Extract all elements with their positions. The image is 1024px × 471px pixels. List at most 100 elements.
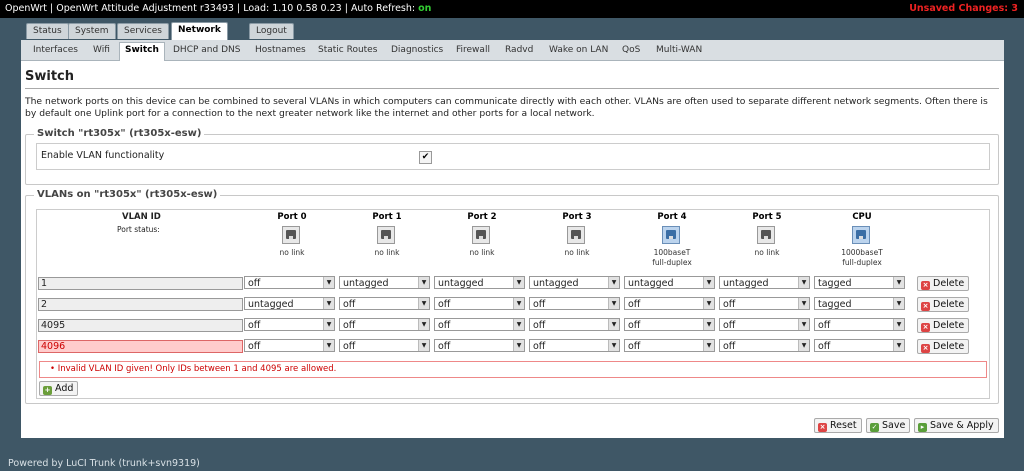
vlan-id-input[interactable]: 4095 xyxy=(38,319,243,332)
port-1-icon xyxy=(377,226,395,244)
delete-button[interactable]: × Delete xyxy=(917,318,970,333)
chevron-down-icon: ▼ xyxy=(703,340,714,351)
tab-system[interactable]: System xyxy=(68,23,116,39)
subtab-wifi[interactable]: Wifi xyxy=(88,43,115,58)
enable-vlan-checkbox[interactable]: ✔ xyxy=(419,151,432,164)
port-4-header: Port 4 xyxy=(657,212,687,222)
subtab-switch[interactable]: Switch xyxy=(119,42,165,61)
port-5-select[interactable]: untagged ▼ xyxy=(719,276,810,289)
port-2-select[interactable]: off ▼ xyxy=(434,297,525,310)
port-4-select[interactable]: off ▼ xyxy=(624,318,715,331)
subtab-radvd[interactable]: Radvd xyxy=(500,43,538,58)
port-0-header: Port 0 xyxy=(277,212,307,222)
port-5-select[interactable]: off ▼ xyxy=(719,297,810,310)
tab-network[interactable]: Network xyxy=(171,22,228,40)
switch-fieldset: Switch "rt305x" (rt305x-esw) Enable VLAN… xyxy=(25,128,999,185)
unsaved-changes-link[interactable]: Unsaved Changes: 3 xyxy=(909,0,1018,18)
chevron-down-icon: ▼ xyxy=(418,277,429,288)
subtab-qos[interactable]: QoS xyxy=(617,43,645,58)
save-button[interactable]: ✓ Save xyxy=(866,418,911,433)
vlans-legend: VLANs on "rt305x" (rt305x-esw) xyxy=(34,189,221,200)
title-divider xyxy=(25,88,999,89)
port-0-select[interactable]: off ▼ xyxy=(244,318,335,331)
page-title: Switch xyxy=(25,69,75,84)
port-3-select[interactable]: off ▼ xyxy=(529,339,620,352)
port-3-select[interactable]: off ▼ xyxy=(529,318,620,331)
subtab-interfaces[interactable]: Interfaces xyxy=(28,43,83,58)
delete-icon: × xyxy=(921,323,930,332)
subtab-static-routes[interactable]: Static Routes xyxy=(313,43,382,58)
save-apply-button[interactable]: ▸ Save & Apply xyxy=(914,418,999,433)
port-3-header: Port 3 xyxy=(562,212,592,222)
chevron-down-icon: ▼ xyxy=(513,277,524,288)
subtab-diagnostics[interactable]: Diagnostics xyxy=(386,43,448,58)
switch-legend: Switch "rt305x" (rt305x-esw) xyxy=(34,128,205,139)
port-1-select[interactable]: off ▼ xyxy=(339,297,430,310)
chevron-down-icon: ▼ xyxy=(323,298,334,309)
chevron-down-icon: ▼ xyxy=(323,340,334,351)
port-1-select[interactable]: off ▼ xyxy=(339,318,430,331)
chevron-down-icon: ▼ xyxy=(323,277,334,288)
top-status-bar: OpenWrt | OpenWrt Attitude Adjustment r3… xyxy=(0,0,1024,18)
delete-button[interactable]: × Delete xyxy=(917,276,970,291)
port-0-select[interactable]: untagged ▼ xyxy=(244,297,335,310)
subtab-dhcp-dns[interactable]: DHCP and DNS xyxy=(168,43,245,58)
port-2-select[interactable]: off ▼ xyxy=(434,318,525,331)
cpu-select[interactable]: off ▼ xyxy=(814,318,905,331)
reset-icon: × xyxy=(818,423,827,432)
delete-button[interactable]: × Delete xyxy=(917,339,970,354)
sub-menu: Interfaces Wifi Switch DHCP and DNS Host… xyxy=(21,40,1004,61)
vlan-id-input[interactable]: 2 xyxy=(38,298,243,311)
port-2-select[interactable]: off ▼ xyxy=(434,339,525,352)
cpu-select[interactable]: tagged ▼ xyxy=(814,276,905,289)
port-0-select[interactable]: off ▼ xyxy=(244,339,335,352)
add-vlan-button[interactable]: + Add xyxy=(39,381,79,396)
chevron-down-icon: ▼ xyxy=(703,298,714,309)
port-0-icon xyxy=(282,226,300,244)
subtab-firewall[interactable]: Firewall xyxy=(451,43,495,58)
tab-status[interactable]: Status xyxy=(26,23,69,39)
port-1-select[interactable]: untagged ▼ xyxy=(339,276,430,289)
subtab-multi-wan[interactable]: Multi-WAN xyxy=(651,43,707,58)
chevron-down-icon: ▼ xyxy=(608,319,619,330)
port-4-select[interactable]: off ▼ xyxy=(624,339,715,352)
tab-services[interactable]: Services xyxy=(117,23,169,39)
chevron-down-icon: ▼ xyxy=(798,340,809,351)
chevron-down-icon: ▼ xyxy=(798,298,809,309)
chevron-down-icon: ▼ xyxy=(893,319,904,330)
port-5-select[interactable]: off ▼ xyxy=(719,318,810,331)
subtab-hostnames[interactable]: Hostnames xyxy=(250,43,311,58)
port-3-select[interactable]: off ▼ xyxy=(529,297,620,310)
port-2-select[interactable]: untagged ▼ xyxy=(434,276,525,289)
system-status-line: OpenWrt | OpenWrt Attitude Adjustment r3… xyxy=(5,3,432,14)
port-1-select[interactable]: off ▼ xyxy=(339,339,430,352)
tab-logout[interactable]: Logout xyxy=(249,23,294,39)
port-4-select[interactable]: off ▼ xyxy=(624,297,715,310)
auto-refresh-toggle[interactable]: on xyxy=(418,3,431,14)
vlan-id-input[interactable]: 1 xyxy=(38,277,243,290)
chevron-down-icon: ▼ xyxy=(893,340,904,351)
port-5-header: Port 5 xyxy=(752,212,782,222)
check-icon: ✓ xyxy=(870,423,879,432)
delete-button[interactable]: × Delete xyxy=(917,297,970,312)
vlan-error-message: • Invalid VLAN ID given! Only IDs betwee… xyxy=(39,361,987,378)
port-5-select[interactable]: off ▼ xyxy=(719,339,810,352)
subtab-wake-on-lan[interactable]: Wake on LAN xyxy=(544,43,613,58)
reset-button[interactable]: × Reset xyxy=(814,418,862,433)
port-4-select[interactable]: untagged ▼ xyxy=(624,276,715,289)
vlan-id-header: VLAN ID xyxy=(122,212,161,222)
main-content: Switch The network ports on this device … xyxy=(21,61,1004,438)
vlan-id-input[interactable]: 4096 xyxy=(38,340,243,353)
chevron-down-icon: ▼ xyxy=(798,277,809,288)
chevron-down-icon: ▼ xyxy=(323,319,334,330)
port-3-select[interactable]: untagged ▼ xyxy=(529,276,620,289)
chevron-down-icon: ▼ xyxy=(513,319,524,330)
port-2-icon xyxy=(472,226,490,244)
vlans-fieldset: VLANs on "rt305x" (rt305x-esw) VLAN ID P… xyxy=(25,189,999,404)
cpu-header: CPU xyxy=(852,212,872,222)
port-4-icon xyxy=(662,226,680,244)
cpu-select[interactable]: tagged ▼ xyxy=(814,297,905,310)
port-2-header: Port 2 xyxy=(467,212,497,222)
cpu-select[interactable]: off ▼ xyxy=(814,339,905,352)
port-0-select[interactable]: off ▼ xyxy=(244,276,335,289)
